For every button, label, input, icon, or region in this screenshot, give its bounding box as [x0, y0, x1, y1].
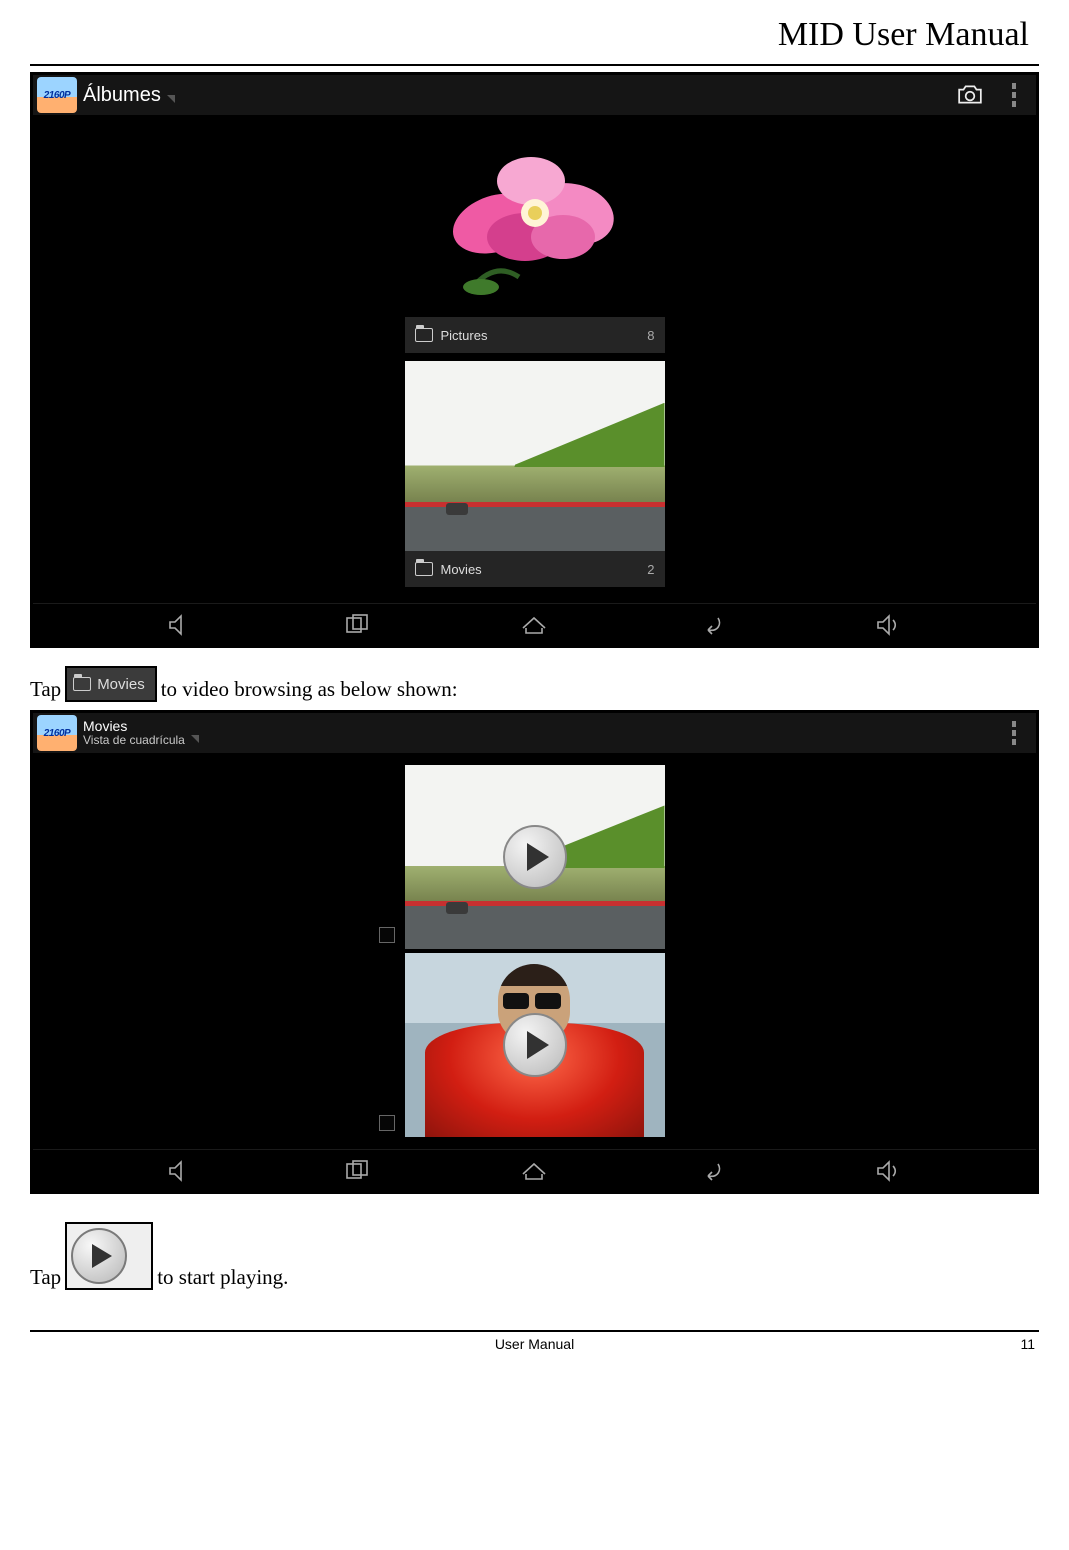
play-icon: [71, 1228, 127, 1284]
dropdown-triangle-icon: [191, 735, 199, 743]
videos-grid: [33, 753, 1036, 1149]
volume-up-icon[interactable]: [859, 609, 919, 641]
video-checkbox[interactable]: [379, 1115, 395, 1131]
header-rule: [30, 64, 1039, 66]
text: to start playing.: [157, 1265, 288, 1290]
appbar-title: Movies: [83, 719, 185, 734]
album-pictures[interactable]: Pictures 8: [405, 127, 665, 353]
overflow-menu-icon[interactable]: [992, 713, 1036, 753]
text: Tap: [30, 677, 61, 702]
appbar-title: Álbumes: [83, 84, 161, 107]
recent-apps-icon[interactable]: [327, 609, 387, 641]
instruction-line-2: Tap to start playing.: [30, 1222, 1039, 1290]
folder-icon: [73, 677, 91, 691]
album-count: 2: [647, 562, 654, 577]
album-name: Pictures: [441, 328, 488, 343]
back-icon[interactable]: [682, 1155, 742, 1187]
volume-down-icon[interactable]: [150, 1155, 210, 1187]
app-logo-text: 2160P: [44, 728, 70, 739]
appbar: 2160P Movies Vista de cuadrícula: [33, 713, 1036, 753]
album-name: Movies: [441, 562, 482, 577]
android-navbar: [33, 1149, 1036, 1191]
overflow-menu-icon[interactable]: [992, 75, 1036, 115]
appbar-title-dropdown[interactable]: Movies Vista de cuadrícula: [83, 719, 211, 748]
doc-header-title: MID User Manual: [30, 10, 1039, 64]
dropdown-triangle-icon: [167, 95, 175, 103]
video-item-1[interactable]: [405, 765, 665, 949]
screenshot-movies: 2160P Movies Vista de cuadrícula: [30, 710, 1039, 1194]
albums-grid: Pictures 8 Movies 2: [33, 115, 1036, 603]
app-logo-icon[interactable]: 2160P: [37, 715, 77, 751]
album-thumb-movies: [405, 361, 665, 551]
appbar-subtitle: Vista de cuadrícula: [83, 734, 185, 747]
video-thumb: [405, 953, 665, 1137]
volume-up-icon[interactable]: [859, 1155, 919, 1187]
appbar: 2160P Álbumes: [33, 75, 1036, 115]
play-overlay-icon: [503, 825, 567, 889]
camera-icon[interactable]: [948, 75, 992, 115]
recent-apps-icon[interactable]: [327, 1155, 387, 1187]
footer-rule: [30, 1330, 1039, 1332]
back-icon[interactable]: [682, 609, 742, 641]
chip-label: Movies: [97, 676, 145, 693]
app-logo-icon[interactable]: 2160P: [37, 77, 77, 113]
video-checkbox[interactable]: [379, 927, 395, 943]
app-logo-text: 2160P: [44, 90, 70, 101]
album-bar-movies: Movies 2: [405, 551, 665, 587]
footer-center-text: User Manual: [74, 1336, 995, 1352]
album-movies[interactable]: Movies 2: [405, 361, 665, 587]
movies-folder-chip: Movies: [65, 666, 157, 702]
text: Tap: [30, 1265, 61, 1290]
folder-icon: [415, 328, 433, 342]
album-thumb-pictures: [405, 127, 665, 317]
album-bar-pictures: Pictures 8: [405, 317, 665, 353]
video-thumb: [405, 765, 665, 949]
page-footer: User Manual 11: [30, 1336, 1039, 1352]
volume-down-icon[interactable]: [150, 609, 210, 641]
play-overlay-icon: [503, 1013, 567, 1077]
play-button-graphic: [65, 1222, 153, 1290]
instruction-line-1: Tap Movies to video browsing as below sh…: [30, 666, 1039, 702]
home-icon[interactable]: [504, 609, 564, 641]
video-item-2[interactable]: [405, 953, 665, 1137]
album-count: 8: [647, 328, 654, 343]
android-navbar: [33, 603, 1036, 645]
screenshot-albums: 2160P Álbumes: [30, 72, 1039, 648]
text: to video browsing as below shown:: [161, 677, 458, 702]
appbar-title-dropdown[interactable]: Álbumes: [83, 84, 187, 107]
home-icon[interactable]: [504, 1155, 564, 1187]
page-number: 11: [995, 1336, 1035, 1352]
folder-icon: [415, 562, 433, 576]
